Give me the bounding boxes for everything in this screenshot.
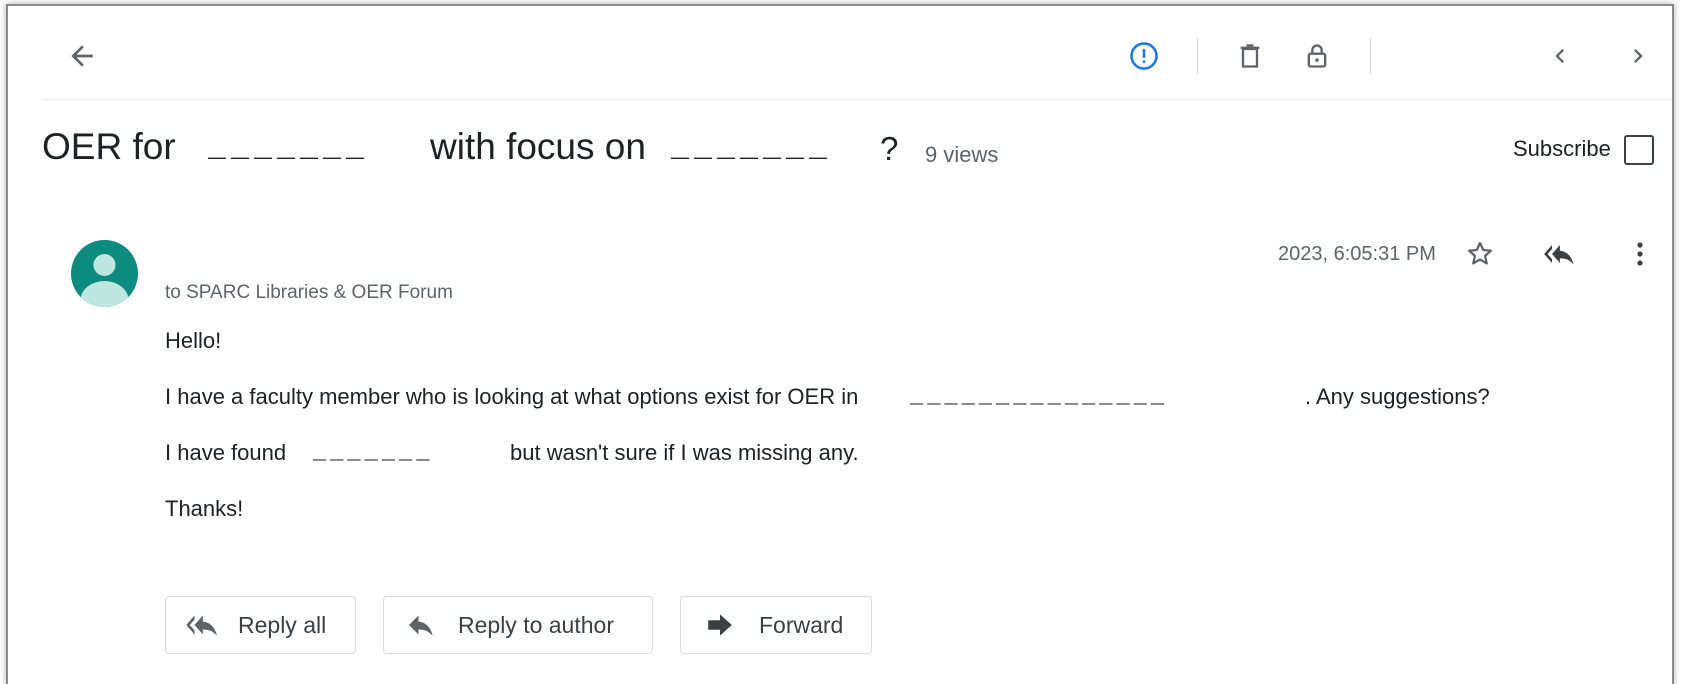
- chevron-right-icon[interactable]: [1618, 36, 1658, 76]
- reply-to-author-label: Reply to author: [458, 611, 614, 638]
- reply-icon: [406, 612, 438, 638]
- chevron-left-icon[interactable]: [1540, 36, 1580, 76]
- avatar: [71, 240, 138, 307]
- report-icon[interactable]: [1124, 36, 1164, 76]
- toolbar-divider-line: [42, 99, 1672, 100]
- message-window: [6, 4, 1674, 684]
- lock-icon[interactable]: [1297, 36, 1337, 76]
- toolbar-divider: [1197, 38, 1198, 74]
- body-redaction-blank: _______________: [910, 384, 1169, 409]
- title-redaction-blank: _______: [208, 132, 370, 166]
- star-icon[interactable]: [1460, 234, 1500, 274]
- more-vert-icon[interactable]: [1620, 234, 1660, 274]
- reply-all-icon: [184, 612, 224, 638]
- reply-all-button[interactable]: Reply all: [165, 596, 356, 654]
- reply-to-author-button[interactable]: Reply to author: [383, 596, 653, 654]
- forward-label: Forward: [759, 611, 844, 638]
- message-date: 2023, 6:05:31 PM: [1278, 243, 1436, 265]
- recipient-line: to SPARC Libraries & OER Forum: [165, 282, 453, 303]
- reply-all-icon[interactable]: [1538, 234, 1584, 274]
- reply-all-label: Reply all: [238, 611, 327, 638]
- body-line-2-end: but wasn't sure if I was missing any.: [510, 440, 859, 465]
- body-signoff: Thanks!: [165, 496, 244, 521]
- back-arrow-icon[interactable]: [60, 34, 104, 78]
- title-question-mark: ?: [880, 130, 899, 167]
- body-greeting: Hello!: [165, 328, 222, 353]
- body-line-1: I have a faculty member who is looking a…: [165, 384, 859, 409]
- thread-title: OER for: [42, 126, 176, 167]
- toolbar-divider: [1370, 38, 1371, 74]
- title-redaction-blank: _______: [671, 132, 833, 166]
- body-line-2: I have found: [165, 440, 287, 465]
- thread-title-cont: with focus on: [430, 126, 646, 167]
- view-count: 9 views: [925, 142, 999, 167]
- body-redaction-blank: _______: [313, 440, 434, 465]
- trash-icon[interactable]: [1230, 36, 1270, 76]
- subscribe-label: Subscribe: [1513, 136, 1611, 161]
- subscribe-checkbox[interactable]: [1624, 135, 1654, 165]
- forward-arrow-icon: [705, 612, 735, 638]
- body-line-1-end: . Any suggestions?: [1305, 384, 1490, 409]
- forward-button[interactable]: Forward: [680, 596, 872, 654]
